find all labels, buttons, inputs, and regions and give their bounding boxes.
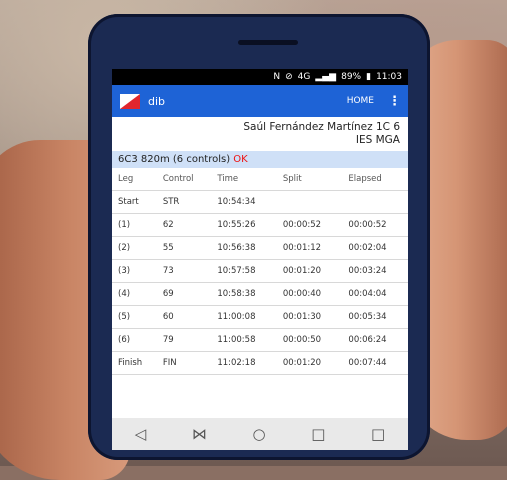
col-time: Time	[217, 174, 239, 184]
cell-split: 00:00:40	[282, 289, 322, 299]
split-screen-icon[interactable]: ⋈	[192, 425, 207, 443]
cell-control: STR	[162, 197, 180, 207]
recents-icon[interactable]: □	[311, 425, 325, 443]
cell-split: 00:01:20	[282, 358, 322, 368]
app-title: dib	[148, 94, 166, 108]
cell-time: 10:56:38	[217, 243, 256, 253]
cell-control: 60	[162, 312, 174, 322]
overflow-menu-icon[interactable]: ⋮	[388, 94, 401, 109]
runner-school: IES MGA	[355, 134, 400, 146]
cell-leg: (3)	[118, 266, 131, 276]
cell-leg: (6)	[118, 335, 131, 345]
runner-name: Saúl Fernández Martínez 1C 6	[243, 121, 400, 133]
app-bar: dib HOME ⋮	[112, 85, 408, 117]
cell-leg: (1)	[118, 220, 131, 230]
cell-time: 11:00:08	[217, 312, 256, 322]
phone-screen: N ⊘ 4G ▂▄▆ 89% ▮ 11:03 dib HOME ⋮ Saúl F…	[112, 69, 408, 450]
cell-split: 00:01:20	[282, 266, 322, 276]
cell-time: 10:58:38	[217, 289, 256, 299]
table-row: (1) 62 10:55:26 00:00:52 00:00:52	[112, 214, 408, 237]
cell-split: 00:01:30	[282, 312, 322, 322]
signal-icon: ▂▄▆	[315, 72, 337, 82]
cell-elapsed	[342, 191, 408, 214]
status-time: 11:03	[376, 72, 402, 82]
cell-split: 00:00:52	[282, 220, 322, 230]
nfc-icon: N	[273, 72, 281, 82]
cell-split: 00:01:12	[282, 243, 322, 253]
home-button[interactable]: HOME	[347, 96, 374, 106]
cell-leg: (5)	[118, 312, 131, 322]
cell-leg: Start	[118, 197, 139, 207]
col-control: Control	[162, 174, 194, 184]
table-row: Finish FIN 11:02:18 00:01:20 00:07:44	[112, 352, 408, 375]
cell-control: FIN	[162, 358, 177, 368]
cell-elapsed: 00:02:04	[348, 243, 387, 253]
table-row: (3) 73 10:57:58 00:01:20 00:03:24	[112, 260, 408, 283]
splits-table: Leg Control Time Split Elapsed Start STR…	[112, 168, 408, 375]
table-row: (4) 69 10:58:38 00:00:40 00:04:04	[112, 283, 408, 306]
cell-time: 11:02:18	[217, 358, 256, 368]
runner-info: Saúl Fernández Martínez 1C 6 IES MGA	[112, 117, 408, 147]
col-elapsed: Elapsed	[348, 174, 382, 184]
android-nav-bar: ◁ ⋈ ○ □ □	[112, 418, 408, 450]
cell-elapsed: 00:06:24	[348, 335, 387, 345]
home-icon[interactable]: ○	[253, 425, 266, 443]
table-header-row: Leg Control Time Split Elapsed	[112, 168, 408, 191]
battery-percent: 89%	[341, 72, 362, 82]
cell-control: 69	[162, 289, 174, 299]
cell-time: 11:00:58	[217, 335, 256, 345]
cell-split	[277, 191, 343, 214]
cell-time: 10:54:34	[217, 197, 256, 207]
app-logo-icon[interactable]	[120, 93, 140, 109]
table-row: Start STR 10:54:34	[112, 191, 408, 214]
cell-time: 10:57:58	[217, 266, 256, 276]
col-split: Split	[282, 174, 302, 184]
course-label: 6C3 820m (6 controls)	[118, 154, 231, 165]
mute-icon: ⊘	[285, 72, 293, 82]
cell-elapsed: 00:03:24	[348, 266, 387, 276]
notifications-icon[interactable]: □	[371, 425, 385, 443]
cell-time: 10:55:26	[217, 220, 256, 230]
cell-control: 79	[162, 335, 174, 345]
table-row: (2) 55 10:56:38 00:01:12 00:02:04	[112, 237, 408, 260]
cell-leg: (4)	[118, 289, 131, 299]
cell-split: 00:00:50	[282, 335, 322, 345]
cell-elapsed: 00:00:52	[348, 220, 387, 230]
cell-control: 62	[162, 220, 174, 230]
cell-leg: Finish	[118, 358, 143, 368]
4g-icon: 4G	[297, 72, 311, 82]
cell-elapsed: 00:04:04	[348, 289, 387, 299]
status-bar: N ⊘ 4G ▂▄▆ 89% ▮ 11:03	[112, 69, 408, 85]
table-row: (5) 60 11:00:08 00:01:30 00:05:34	[112, 306, 408, 329]
cell-control: 73	[162, 266, 174, 276]
table-row: (6) 79 11:00:58 00:00:50 00:06:24	[112, 329, 408, 352]
cell-elapsed: 00:05:34	[348, 312, 387, 322]
col-leg: Leg	[118, 174, 134, 184]
cell-elapsed: 00:07:44	[348, 358, 387, 368]
phone-speaker	[238, 40, 298, 45]
cell-control: 55	[162, 243, 174, 253]
cell-leg: (2)	[118, 243, 131, 253]
battery-icon: ▮	[366, 72, 372, 82]
course-header: 6C3 820m (6 controls) OK	[112, 151, 408, 168]
result-status: OK	[233, 154, 248, 165]
back-icon[interactable]: ◁	[135, 425, 147, 443]
